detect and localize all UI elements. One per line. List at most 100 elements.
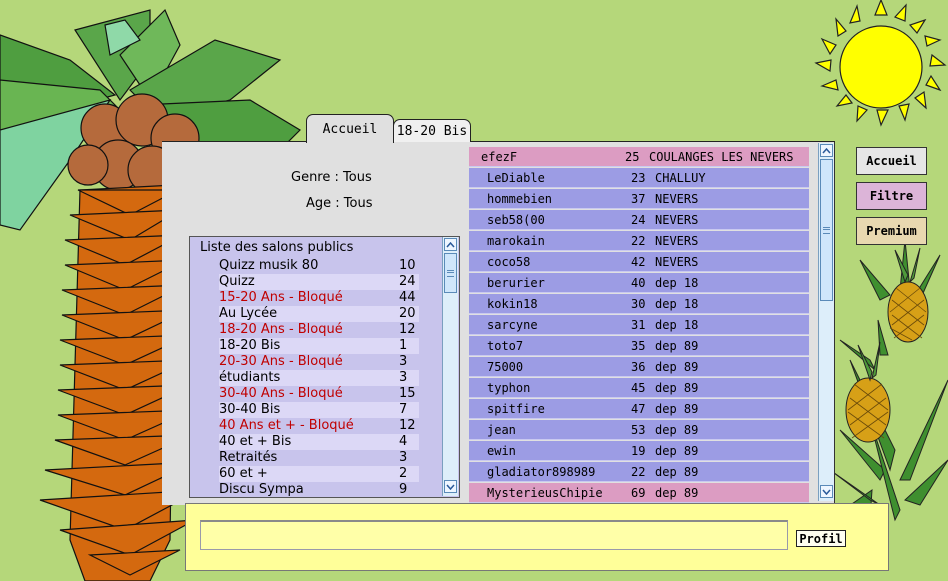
- scroll-up-icon[interactable]: [444, 238, 457, 251]
- salon-name: Discu Sympa: [219, 482, 304, 497]
- user-nick: berurier: [487, 276, 545, 290]
- user-nick: hommebien: [487, 192, 553, 206]
- tab-label: 18-20 Bis: [396, 123, 468, 139]
- user-city: dep 18: [655, 318, 699, 332]
- salon-count: 20: [399, 306, 416, 321]
- salon-name: 30-40 Ans - Bloqué: [219, 386, 343, 401]
- user-row[interactable]: 75000 36 dep 89: [469, 357, 809, 377]
- salon-item[interactable]: 40 et + Bis 4: [219, 434, 419, 450]
- user-row[interactable]: berurier 40 dep 18: [469, 273, 809, 293]
- premium-button[interactable]: Premium: [856, 217, 927, 245]
- user-age: 42: [631, 255, 646, 269]
- user-row[interactable]: seb58(00 24 NEVERS: [469, 210, 809, 230]
- user-row[interactable]: marokain 22 NEVERS: [469, 231, 809, 251]
- salon-item[interactable]: 30-40 Ans - Bloqué 15: [219, 386, 419, 402]
- user-row[interactable]: coco58 42 NEVERS: [469, 252, 809, 272]
- salon-item[interactable]: Discu Sympa 9: [219, 482, 419, 497]
- salon-count: 3: [399, 354, 408, 369]
- user-age: 19: [631, 444, 646, 458]
- user-nick: marokain: [487, 234, 545, 248]
- filtre-button[interactable]: Filtre: [856, 182, 927, 210]
- user-row[interactable]: typhon 45 dep 89: [469, 378, 809, 398]
- user-row[interactable]: hommebien 37 NEVERS: [469, 189, 809, 209]
- user-age: 37: [631, 192, 646, 206]
- user-list: efezF 25 COULANGES LES NEVERS LeDiable 23 CHA…: [469, 147, 809, 503]
- user-row[interactable]: sarcyne 31 dep 18: [469, 315, 809, 335]
- message-input[interactable]: [200, 520, 788, 550]
- salon-name: Retraités: [219, 450, 278, 465]
- salon-count: 3: [399, 370, 408, 385]
- sun-icon: [814, 0, 947, 127]
- user-row[interactable]: LeDiable 23 CHALLUY: [469, 168, 809, 188]
- user-age: 30: [631, 297, 646, 311]
- salon-name: étudiants: [219, 370, 281, 385]
- user-nick: LeDiable: [487, 171, 545, 185]
- salon-item[interactable]: étudiants 3: [219, 370, 419, 386]
- user-row[interactable]: toto7 35 dep 89: [469, 336, 809, 356]
- user-row[interactable]: jean 53 dep 89: [469, 420, 809, 440]
- salon-count: 12: [399, 322, 416, 337]
- user-age: 69: [631, 486, 646, 500]
- user-row[interactable]: spitfire 47 dep 89: [469, 399, 809, 419]
- user-age: 24: [631, 213, 646, 227]
- salon-item[interactable]: 18-20 Ans - Bloqué 12: [219, 322, 419, 338]
- scroll-thumb[interactable]: [820, 159, 833, 301]
- user-age: 25: [625, 150, 640, 164]
- user-city: NEVERS: [655, 213, 699, 227]
- user-row[interactable]: ewin 19 dep 89: [469, 441, 809, 461]
- user-row[interactable]: MysterieusChipie 69 dep 89: [469, 483, 809, 503]
- user-nick: toto7: [487, 339, 524, 353]
- salon-count: 2: [399, 466, 408, 481]
- user-row[interactable]: efezF 25 COULANGES LES NEVERS: [469, 147, 809, 167]
- salon-count: 10: [399, 258, 416, 273]
- salon-item[interactable]: 40 Ans et + - Bloqué 12: [219, 418, 419, 434]
- scroll-down-icon[interactable]: [820, 485, 833, 498]
- user-city: dep 89: [655, 360, 699, 374]
- salon-name: Au Lycée: [219, 306, 278, 321]
- salon-count: 9: [399, 482, 408, 497]
- genre-filter-label: Genre : Tous: [291, 170, 372, 185]
- user-nick: efezF: [481, 150, 518, 164]
- user-city: dep 18: [655, 276, 699, 290]
- tab-18-20-bis[interactable]: 18-20 Bis: [393, 119, 471, 142]
- salon-name: 18-20 Bis: [219, 338, 281, 353]
- salon-item[interactable]: 18-20 Bis 1: [219, 338, 419, 354]
- user-city: dep 89: [655, 381, 699, 395]
- scroll-thumb[interactable]: [444, 253, 457, 293]
- user-city: NEVERS: [655, 255, 699, 269]
- salon-item[interactable]: Au Lycée 20: [219, 306, 419, 322]
- user-age: 45: [631, 381, 646, 395]
- salon-item[interactable]: 15-20 Ans - Bloqué 44: [219, 290, 419, 306]
- profil-button[interactable]: Profil: [796, 530, 846, 547]
- salon-item[interactable]: Quizz 24: [219, 274, 419, 290]
- user-city: NEVERS: [655, 234, 699, 248]
- salon-item[interactable]: 60 et + 2: [219, 466, 419, 482]
- salons-scrollbar[interactable]: [442, 237, 458, 496]
- salon-item[interactable]: 30-40 Bis 7: [219, 402, 419, 418]
- user-city: dep 89: [655, 486, 699, 500]
- salon-count: 4: [399, 434, 408, 449]
- user-city: COULANGES LES NEVERS: [649, 150, 794, 164]
- scroll-up-icon[interactable]: [820, 144, 833, 157]
- user-city: CHALLUY: [655, 171, 706, 185]
- accueil-button[interactable]: Accueil: [856, 147, 927, 175]
- salon-name: 15-20 Ans - Bloqué: [219, 290, 343, 305]
- salon-item[interactable]: Retraités 3: [219, 450, 419, 466]
- salon-name: 40 Ans et + - Bloqué: [219, 418, 354, 433]
- salon-item[interactable]: Quizz musik 80 10: [219, 258, 419, 274]
- user-city: dep 18: [655, 297, 699, 311]
- salon-item[interactable]: 20-30 Ans - Bloqué 3: [219, 354, 419, 370]
- tab-accueil[interactable]: Accueil: [306, 114, 394, 143]
- salon-name: Quizz: [219, 274, 255, 289]
- user-nick: spitfire: [487, 402, 545, 416]
- user-nick: jean: [487, 423, 516, 437]
- user-list-scrollbar[interactable]: [818, 143, 834, 501]
- scroll-down-icon[interactable]: [444, 480, 457, 493]
- user-row[interactable]: kokin18 30 dep 18: [469, 294, 809, 314]
- salon-count: 12: [399, 418, 416, 433]
- user-age: 22: [631, 234, 646, 248]
- salon-count: 7: [399, 402, 408, 417]
- user-row[interactable]: gladiator898989 22 dep 89: [469, 462, 809, 482]
- salon-count: 15: [399, 386, 416, 401]
- salon-name: 30-40 Bis: [219, 402, 281, 417]
